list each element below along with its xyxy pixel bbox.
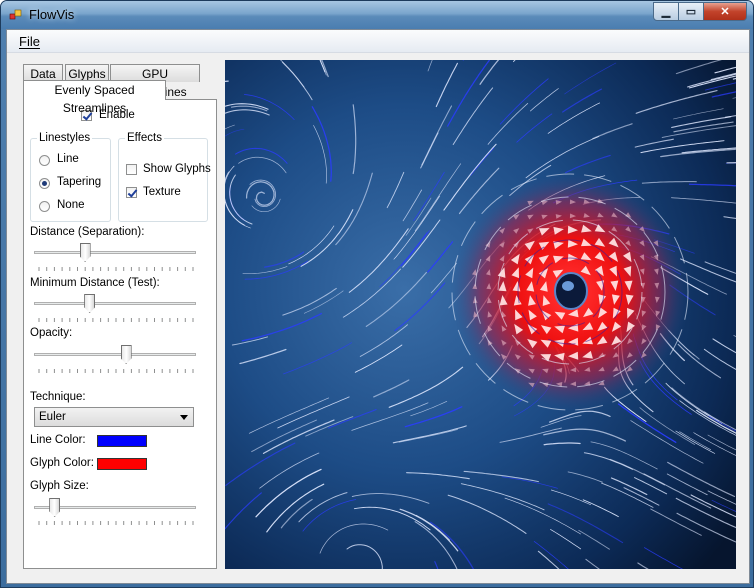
glyph-color-label: Glyph Color: [30,457,94,469]
linestyle-tapering-label: Tapering [57,176,102,188]
linestyle-none-label: None [57,199,85,211]
app-icon [9,9,22,20]
app-window: FlowVis ▁ ▭ ✕ File Data Glyphs GPU Strea… [0,0,754,588]
linestyles-group: Linestyles Line Tapering None [30,132,111,222]
line-color-label: Line Color: [30,434,86,446]
tab-data-label: Data [30,67,56,81]
menu-bar: File [7,30,749,53]
show-glyphs-label: Show Glyphs [143,163,211,175]
minimize-icon: ▁ [661,6,671,18]
flow-visualization-canvas[interactable] [225,60,736,569]
linestyle-none-radio[interactable] [39,201,50,212]
dropdown-arrow-icon [180,415,188,420]
minimize-button[interactable]: ▁ [653,2,679,21]
glyph-color-swatch[interactable] [97,458,147,470]
technique-select[interactable]: Euler [34,407,194,427]
glyph-size-slider-ticks [38,521,194,525]
min-distance-label: Minimum Distance (Test): [30,277,160,289]
tab-panel: Enable Linestyles Line Tapering None Eff… [23,99,217,569]
distance-label: Distance (Separation): [30,226,145,238]
opacity-slider-ticks [38,369,194,373]
texture-label: Texture [143,186,181,198]
linestyle-line-radio[interactable] [39,155,50,166]
distance-slider-ticks [38,267,194,271]
menu-file[interactable]: File [19,34,40,49]
min-distance-slider-track [34,302,196,305]
tab-evenly-spaced-streamlines[interactable]: Evenly Spaced Streamlines [23,80,166,115]
opacity-slider-track [34,353,196,356]
linestyles-title: Linestyles [37,132,93,144]
opacity-slider-thumb[interactable] [120,345,132,364]
title-bar[interactable]: FlowVis ▁ ▭ ✕ [1,1,753,29]
distance-slider-thumb[interactable] [79,243,91,262]
technique-value: Euler [39,411,66,423]
menu-file-label: File [19,34,40,49]
glyph-size-slider-thumb[interactable] [49,498,61,517]
maximize-icon: ▭ [685,6,697,18]
min-distance-slider-thumb[interactable] [84,294,96,313]
opacity-label: Opacity: [30,327,73,339]
linestyle-line-label: Line [57,153,79,165]
technique-label: Technique: [30,391,86,403]
min-distance-slider-ticks [38,318,194,322]
distance-slider-track [34,251,196,254]
tab-glyphs-label: Glyphs [68,67,106,81]
close-icon: ✕ [720,6,730,18]
line-color-swatch[interactable] [97,435,147,447]
glyph-size-label: Glyph Size: [30,480,89,492]
window-title: FlowVis [29,7,75,22]
texture-checkbox[interactable] [126,187,137,198]
client-area: File Data Glyphs GPU Streamlines Evenly … [6,29,750,584]
linestyle-tapering-radio[interactable] [39,178,50,189]
effects-group: Effects Show Glyphs Texture [118,132,211,222]
maximize-button[interactable]: ▭ [679,2,704,21]
effects-title: Effects [125,132,164,144]
close-button[interactable]: ✕ [704,2,747,21]
flow-field-image [225,60,736,569]
tab-evenly-spaced-label: Evenly Spaced Streamlines [54,83,135,115]
show-glyphs-checkbox[interactable] [126,164,137,175]
